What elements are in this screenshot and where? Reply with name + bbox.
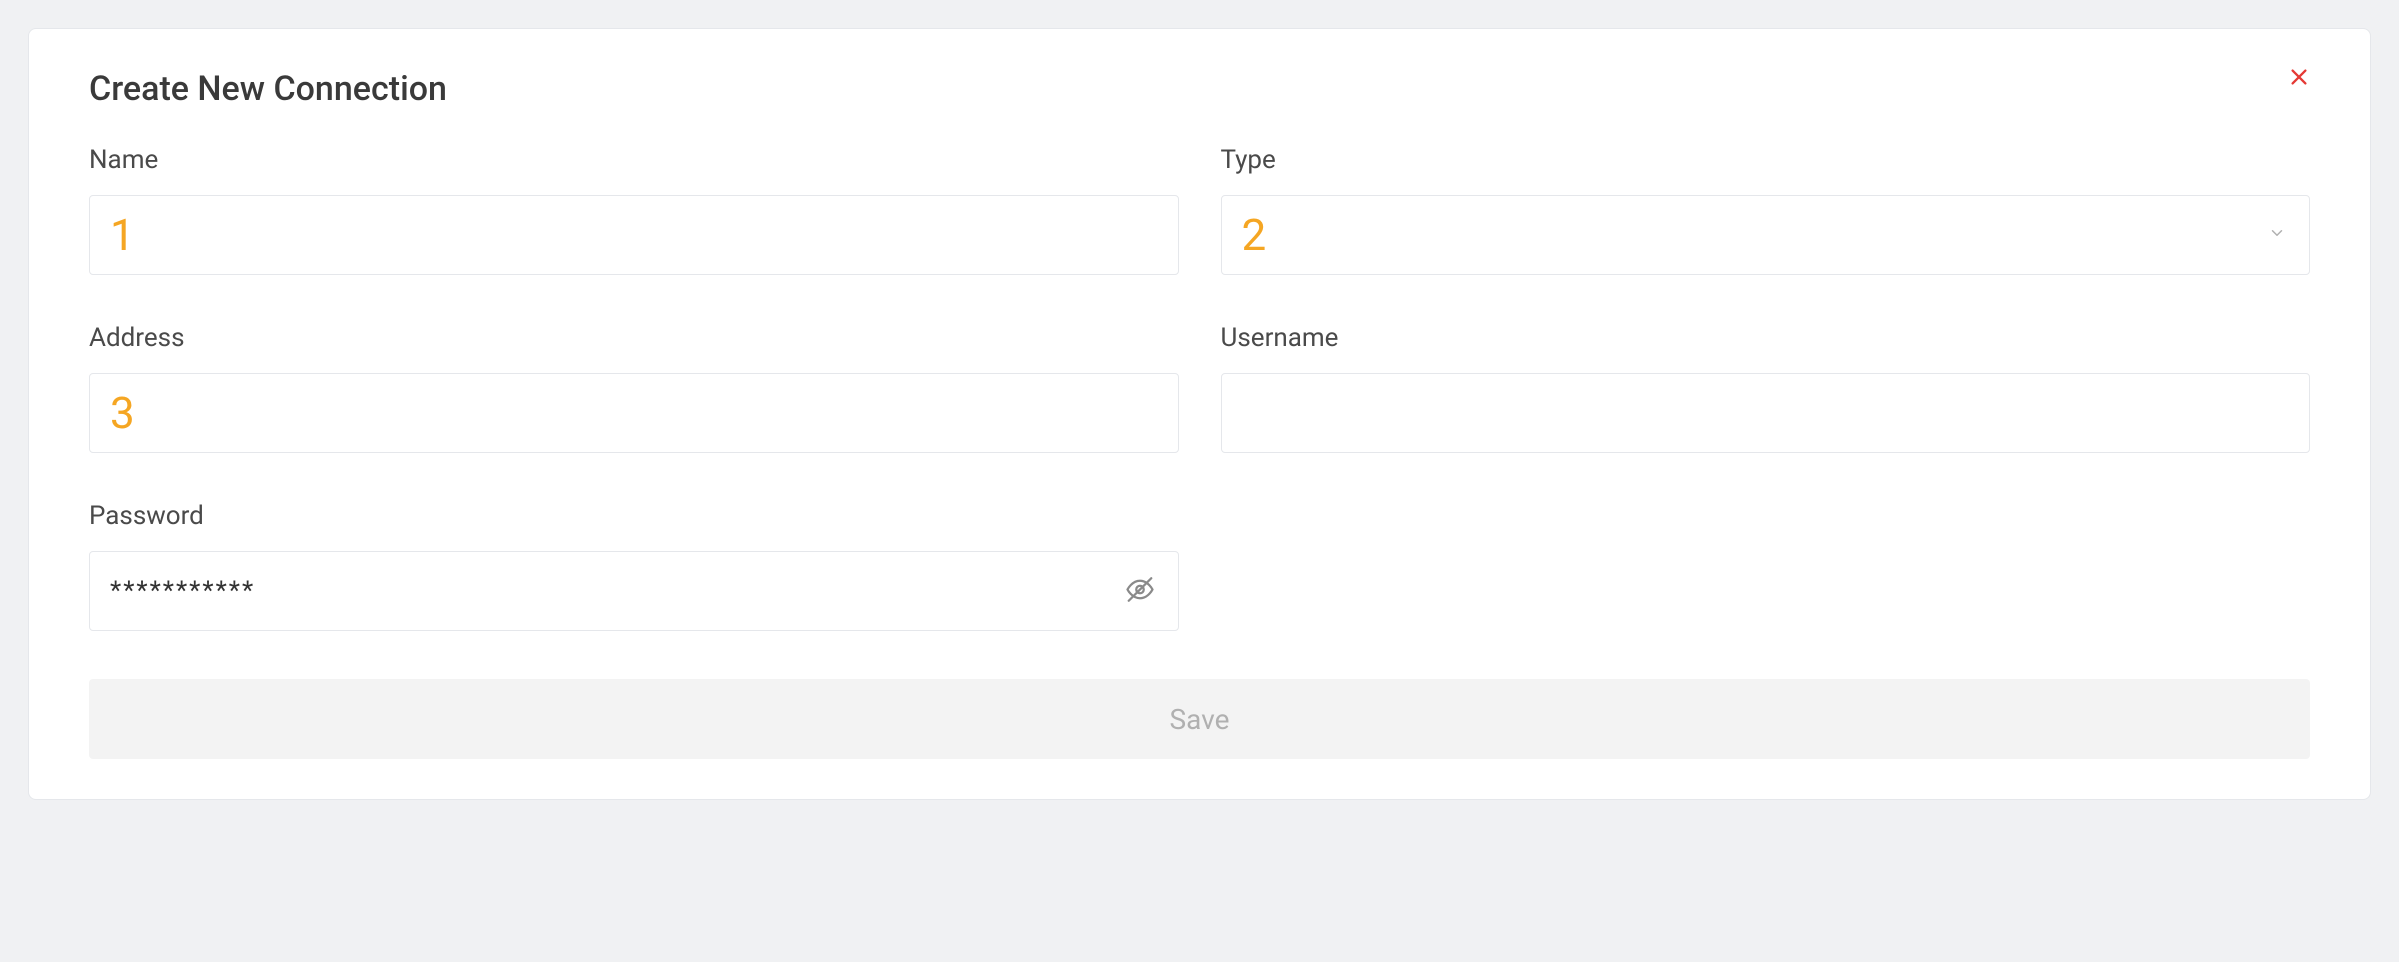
create-connection-modal: Create New Connection Name Type	[28, 28, 2371, 800]
toggle-password-visibility-button[interactable]	[1121, 571, 1159, 612]
eye-off-icon	[1125, 575, 1155, 608]
password-label: Password	[89, 501, 1179, 531]
password-field: Password	[89, 501, 1179, 631]
address-input[interactable]	[89, 373, 1179, 453]
name-input[interactable]	[89, 195, 1179, 275]
close-icon	[2288, 63, 2310, 94]
address-field: Address	[89, 323, 1179, 453]
username-field: Username	[1221, 323, 2311, 453]
type-select-wrap	[1221, 195, 2311, 275]
address-label: Address	[89, 323, 1179, 353]
username-input[interactable]	[1221, 373, 2311, 453]
name-label: Name	[89, 145, 1179, 175]
type-select[interactable]	[1221, 195, 2311, 275]
type-field: Type	[1221, 145, 2311, 275]
close-button[interactable]	[2288, 65, 2310, 93]
type-label: Type	[1221, 145, 2311, 175]
modal-title: Create New Connection	[89, 69, 447, 109]
modal-header: Create New Connection	[89, 69, 2310, 109]
password-input-wrap	[89, 551, 1179, 631]
form-grid: Name Type Address Username Password	[89, 145, 2310, 631]
save-button[interactable]: Save	[89, 679, 2310, 759]
name-field: Name	[89, 145, 1179, 275]
username-label: Username	[1221, 323, 2311, 353]
password-input[interactable]	[89, 551, 1179, 631]
